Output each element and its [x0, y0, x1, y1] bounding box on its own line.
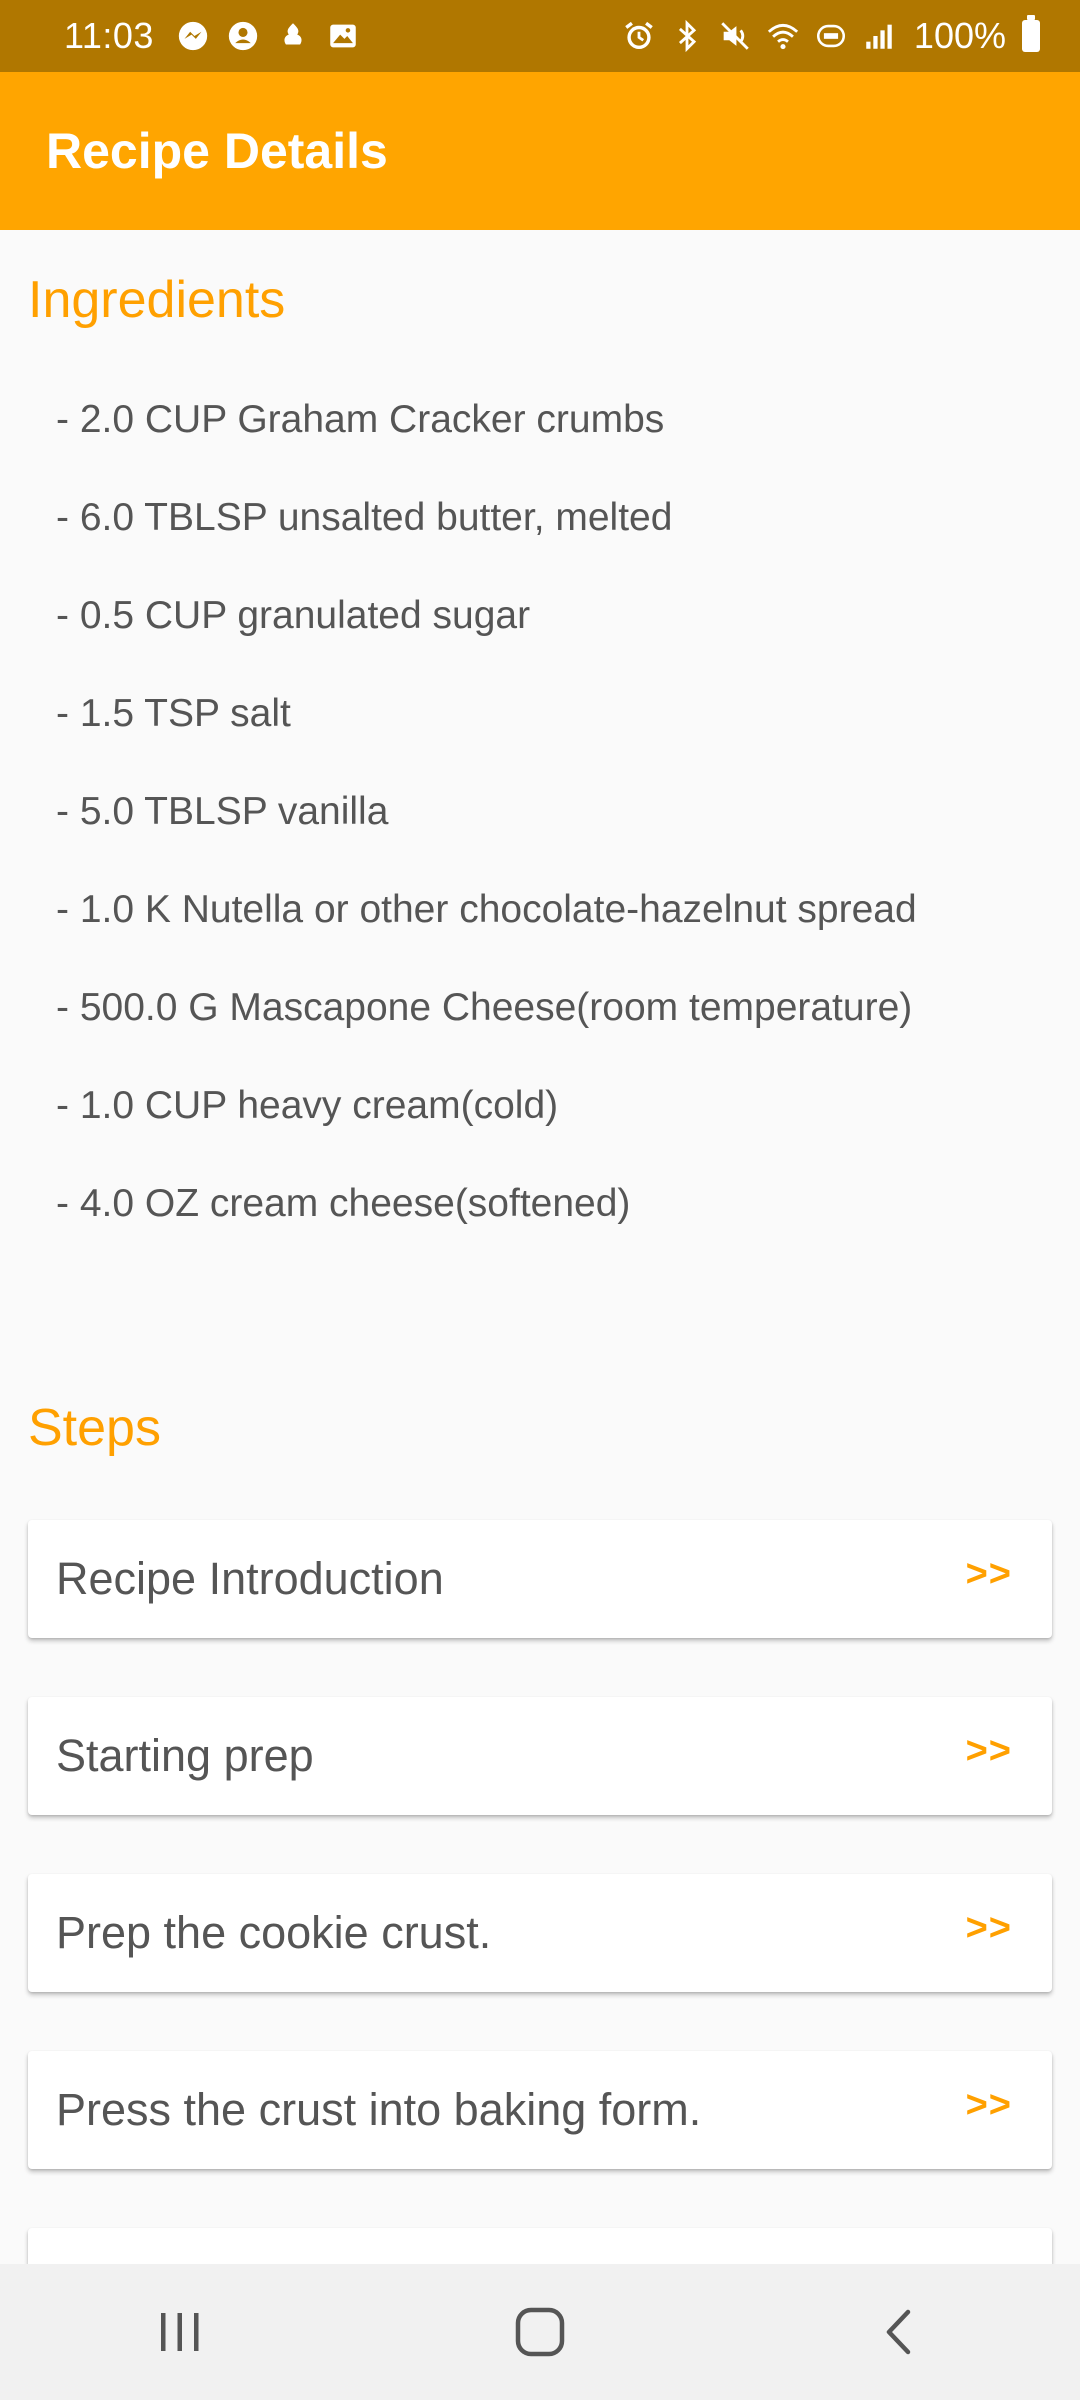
- ingredient-item: - 1.5 TSP salt: [56, 692, 291, 735]
- step-arrow-icon: >>: [965, 2083, 1012, 2126]
- home-button[interactable]: [480, 2287, 600, 2377]
- gallery-icon: [330, 24, 356, 48]
- status-system-icons: 100%: [622, 15, 1040, 57]
- status-time: 11:03: [64, 15, 154, 56]
- page-title: Recipe Details: [46, 123, 388, 179]
- ingredient-item: - 6.0 TBLSP unsalted butter, melted: [56, 496, 673, 539]
- step-card-recipe-introduction[interactable]: Recipe Introduction >>: [28, 1520, 1052, 1638]
- notification-icon: [284, 23, 302, 45]
- step-label: Starting prep: [56, 1730, 314, 1781]
- step-card-press-crust[interactable]: Press the crust into baking form. >>: [28, 2051, 1052, 2169]
- battery-icon: [1022, 15, 1040, 52]
- recent-apps-icon: [161, 2313, 199, 2351]
- app-bar: Recipe Details: [0, 72, 1080, 230]
- bluetooth-icon: [678, 19, 697, 53]
- step-arrow-icon: >>: [965, 1729, 1012, 1772]
- step-label: Recipe Introduction: [56, 1553, 444, 1604]
- home-icon: [515, 2307, 565, 2357]
- ingredient-item: - 5.0 TBLSP vanilla: [56, 790, 389, 833]
- status-notification-icons: [176, 19, 360, 53]
- messenger-icon: [178, 21, 208, 51]
- step-label: Press the crust into baking form.: [56, 2084, 702, 2135]
- alarm-icon: [625, 21, 653, 50]
- ingredient-item: - 4.0 OZ cream cheese(softened): [56, 1182, 631, 1225]
- steps-heading: Steps: [28, 1399, 161, 1457]
- ingredient-item: - 500.0 G Mascapone Cheese(room temperat…: [56, 986, 913, 1029]
- signal-icon: [866, 24, 892, 49]
- back-button[interactable]: [840, 2287, 960, 2377]
- mute-icon: [721, 22, 749, 50]
- ingredients-heading: Ingredients: [28, 271, 286, 329]
- wifi-icon: [767, 23, 799, 50]
- step-label: Prep the cookie crust.: [56, 1907, 492, 1958]
- battery-percentage: 100%: [913, 15, 1006, 56]
- ingredient-item: - 0.5 CUP granulated sugar: [56, 594, 531, 637]
- step-arrow-icon: >>: [965, 1552, 1012, 1595]
- account-icon: [228, 21, 258, 51]
- system-nav-bar: [0, 2264, 1080, 2400]
- step-card-partial[interactable]: [28, 2228, 1052, 2264]
- step-card-starting-prep[interactable]: Starting prep >>: [28, 1697, 1052, 1815]
- recent-apps-button[interactable]: [120, 2287, 240, 2377]
- step-arrow-icon: >>: [965, 1906, 1012, 1949]
- step-card-prep-cookie-crust[interactable]: Prep the cookie crust. >>: [28, 1874, 1052, 1992]
- back-icon: [886, 2309, 911, 2355]
- volte-icon: [816, 24, 845, 48]
- status-bar: 11:03 100%: [0, 0, 1080, 72]
- ingredient-item: - 1.0 K Nutella or other chocolate-hazel…: [56, 888, 917, 931]
- ingredient-item: - 2.0 CUP Graham Cracker crumbs: [56, 398, 665, 441]
- ingredient-item: - 1.0 CUP heavy cream(cold): [56, 1084, 559, 1127]
